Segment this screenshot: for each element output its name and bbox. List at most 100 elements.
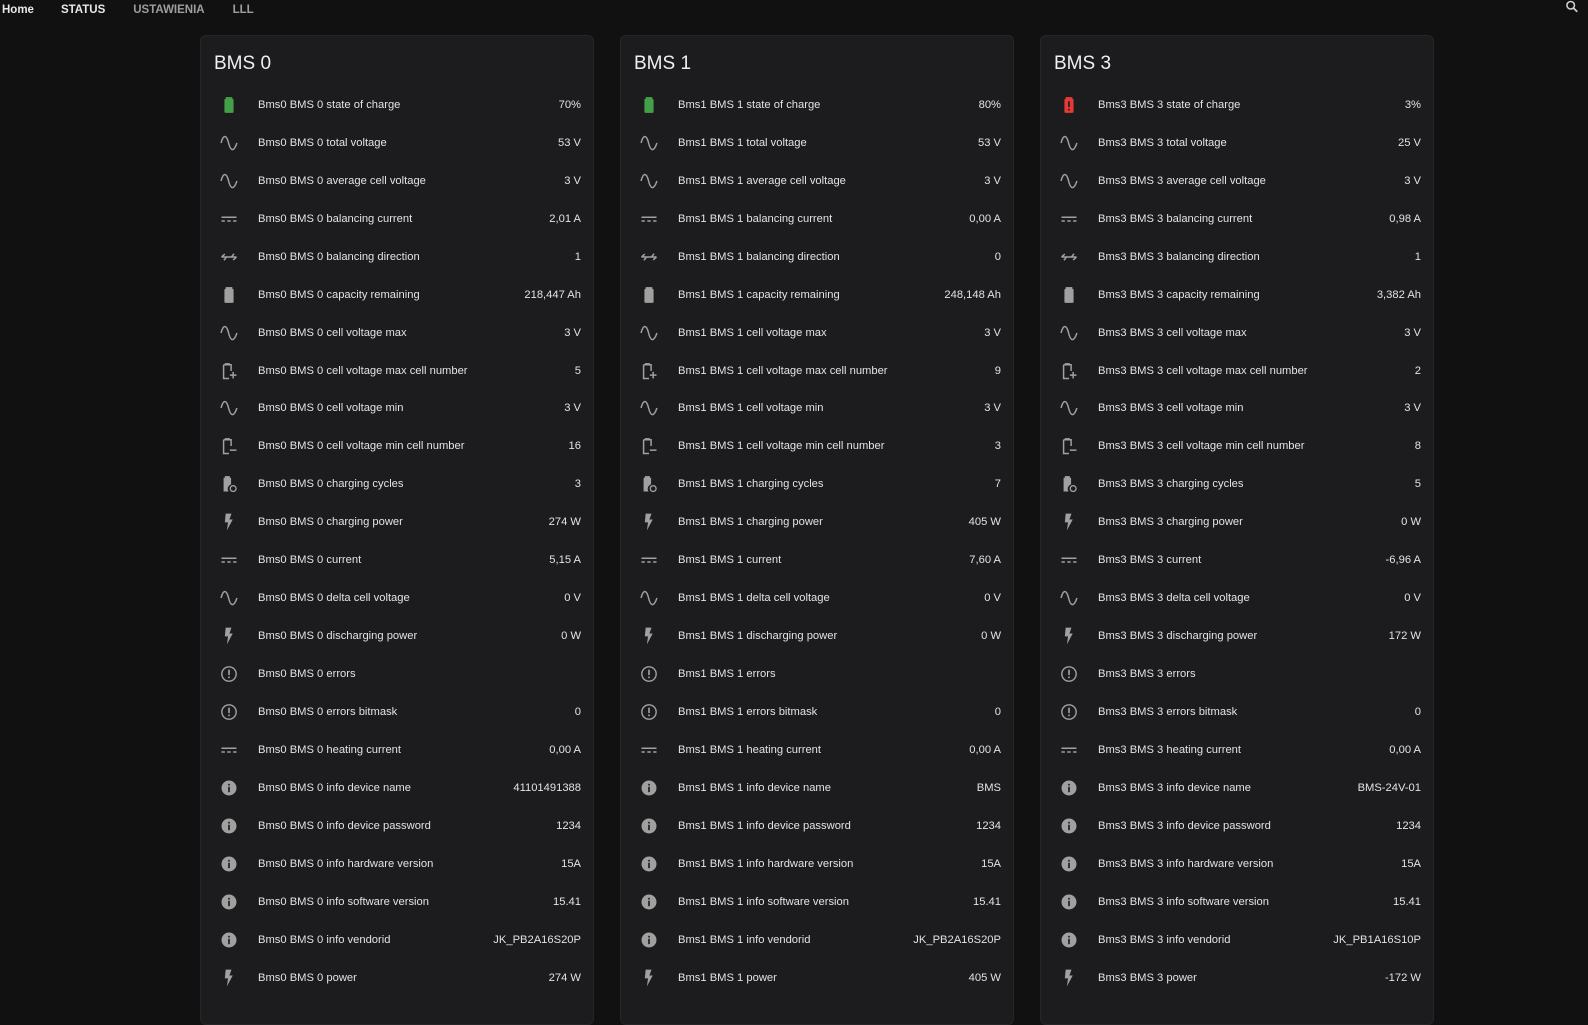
entity-label: Bms0 BMS 0 average cell voltage — [258, 174, 426, 187]
entity-row[interactable]: Bms0 BMS 0 info device name 41101491388 — [201, 769, 593, 807]
entity-row[interactable]: Bms3 BMS 3 errors bitmask 0 — [1041, 693, 1433, 731]
entity-row[interactable]: Bms0 BMS 0 info software version 15.41 — [201, 883, 593, 921]
entity-label: Bms1 BMS 1 average cell voltage — [678, 174, 846, 187]
entity-row[interactable]: Bms3 BMS 3 total voltage 25 V — [1041, 124, 1433, 162]
entity-row[interactable]: Bms3 BMS 3 charging power 0 W — [1041, 503, 1433, 541]
entity-row[interactable]: Bms3 BMS 3 cell voltage min cell number 8 — [1041, 427, 1433, 465]
entity-row[interactable]: Bms3 BMS 3 errors — [1041, 655, 1433, 693]
entity-label: Bms3 BMS 3 errors — [1098, 668, 1196, 681]
entity-row[interactable]: Bms1 BMS 1 cell voltage min 3 V — [621, 390, 1013, 428]
tab-ustawienia[interactable]: USTAWIENIA — [119, 3, 218, 17]
entity-value: 70% — [558, 98, 581, 111]
entity-row[interactable]: Bms3 BMS 3 info hardware version 15A — [1041, 845, 1433, 883]
entity-row[interactable]: Bms3 BMS 3 balancing direction 1 — [1041, 238, 1433, 276]
entity-row[interactable]: Bms3 BMS 3 info vendorid JK_PB1A16S10P — [1041, 921, 1433, 959]
entity-row[interactable]: Bms0 BMS 0 cell voltage max cell number 5 — [201, 352, 593, 390]
entity-row[interactable]: Bms3 BMS 3 info device name BMS-24V-01 — [1041, 769, 1433, 807]
entity-row[interactable]: Bms0 BMS 0 total voltage 53 V — [201, 124, 593, 162]
entity-row[interactable]: Bms0 BMS 0 charging power 274 W — [201, 503, 593, 541]
entity-row[interactable]: Bms0 BMS 0 cell voltage min 3 V — [201, 390, 593, 428]
entity-row[interactable]: Bms1 BMS 1 charging cycles 7 — [621, 465, 1013, 503]
entity-row[interactable]: Bms1 BMS 1 info vendorid JK_PB2A16S20P — [621, 921, 1013, 959]
entity-row[interactable]: Bms3 BMS 3 info software version 15.41 — [1041, 883, 1433, 921]
entity-row[interactable]: Bms1 BMS 1 average cell voltage 3 V — [621, 162, 1013, 200]
tab-home[interactable]: Home — [0, 3, 47, 17]
entity-row[interactable]: Bms3 BMS 3 charging cycles 5 — [1041, 465, 1433, 503]
entity-row[interactable]: Bms0 BMS 0 info device password 1234 — [201, 807, 593, 845]
entity-row[interactable]: Bms0 BMS 0 power 274 W — [201, 959, 593, 997]
sine-wave-icon — [637, 396, 661, 420]
entity-row[interactable]: Bms3 BMS 3 balancing current 0,98 A — [1041, 200, 1433, 238]
entity-value: 2 — [1414, 364, 1421, 377]
entity-row[interactable]: Bms0 BMS 0 heating current 0,00 A — [201, 731, 593, 769]
entity-label: Bms0 BMS 0 cell voltage min — [258, 402, 404, 415]
entity-row[interactable]: Bms0 BMS 0 cell voltage min cell number 1… — [201, 427, 593, 465]
entity-row[interactable]: Bms0 BMS 0 balancing direction 1 — [201, 238, 593, 276]
entity-row[interactable]: Bms3 BMS 3 discharging power 172 W — [1041, 617, 1433, 655]
entity-row[interactable]: Bms1 BMS 1 total voltage 53 V — [621, 124, 1013, 162]
entity-row[interactable]: Bms1 BMS 1 balancing direction 0 — [621, 238, 1013, 276]
entity-row[interactable]: Bms0 BMS 0 current 5,15 A — [201, 541, 593, 579]
entity-row[interactable]: Bms0 BMS 0 info hardware version 15A — [201, 845, 593, 883]
dc-current-icon — [637, 548, 661, 572]
entity-value: 218,447 Ah — [524, 288, 581, 301]
info-icon — [1057, 776, 1081, 800]
entity-row[interactable]: Bms3 BMS 3 current -6,96 A — [1041, 541, 1433, 579]
entity-row[interactable]: Bms1 BMS 1 cell voltage max cell number 9 — [621, 352, 1013, 390]
entity-row[interactable]: Bms1 BMS 1 info hardware version 15A — [621, 845, 1013, 883]
entity-value: 3 V — [984, 326, 1001, 339]
entity-row[interactable]: Bms0 BMS 0 balancing current 2,01 A — [201, 200, 593, 238]
battery-minus-icon — [217, 434, 241, 458]
entity-row[interactable]: Bms1 BMS 1 power 405 W — [621, 959, 1013, 997]
entity-label: Bms0 BMS 0 info software version — [258, 895, 429, 908]
entity-row[interactable]: Bms1 BMS 1 info device name BMS — [621, 769, 1013, 807]
entity-row[interactable]: Bms1 BMS 1 heating current 0,00 A — [621, 731, 1013, 769]
entity-label: Bms1 BMS 1 delta cell voltage — [678, 592, 830, 605]
entity-row[interactable]: Bms3 BMS 3 capacity remaining 3,382 Ah — [1041, 276, 1433, 314]
entity-value: 1 — [574, 250, 581, 263]
entity-label: Bms1 BMS 1 capacity remaining — [678, 288, 840, 301]
entity-row[interactable]: Bms1 BMS 1 cell voltage min cell number 3 — [621, 427, 1013, 465]
entity-row[interactable]: Bms0 BMS 0 state of charge 70% — [201, 86, 593, 124]
entity-row[interactable]: Bms1 BMS 1 errors — [621, 655, 1013, 693]
entity-row[interactable]: Bms3 BMS 3 heating current 0,00 A — [1041, 731, 1433, 769]
entity-row[interactable]: Bms3 BMS 3 info device password 1234 — [1041, 807, 1433, 845]
entity-row[interactable]: Bms1 BMS 1 errors bitmask 0 — [621, 693, 1013, 731]
entity-row[interactable]: Bms3 BMS 3 cell voltage min 3 V — [1041, 390, 1433, 428]
entity-row[interactable]: Bms1 BMS 1 charging power 405 W — [621, 503, 1013, 541]
entity-label: Bms0 BMS 0 current — [258, 554, 362, 567]
entity-row[interactable]: Bms1 BMS 1 discharging power 0 W — [621, 617, 1013, 655]
entity-label: Bms1 BMS 1 current — [678, 554, 782, 567]
tab-lll[interactable]: LLL — [219, 3, 268, 17]
entity-value: 5,15 A — [549, 554, 581, 567]
sine-wave-icon — [217, 321, 241, 345]
entity-row[interactable]: Bms1 BMS 1 current 7,60 A — [621, 541, 1013, 579]
tab-status[interactable]: STATUS — [47, 3, 119, 17]
entity-row[interactable]: Bms0 BMS 0 delta cell voltage 0 V — [201, 579, 593, 617]
entity-value: 3% — [1404, 98, 1421, 111]
entity-row[interactable]: Bms3 BMS 3 average cell voltage 3 V — [1041, 162, 1433, 200]
entity-row[interactable]: Bms1 BMS 1 cell voltage max 3 V — [621, 314, 1013, 352]
entity-row[interactable]: Bms0 BMS 0 discharging power 0 W — [201, 617, 593, 655]
entity-row[interactable]: Bms3 BMS 3 cell voltage max 3 V — [1041, 314, 1433, 352]
direction-arrows-icon — [217, 245, 241, 269]
entity-row[interactable]: Bms3 BMS 3 delta cell voltage 0 V — [1041, 579, 1433, 617]
search-icon[interactable] — [1564, 0, 1580, 14]
entity-row[interactable]: Bms3 BMS 3 cell voltage max cell number 2 — [1041, 352, 1433, 390]
entity-row[interactable]: Bms0 BMS 0 cell voltage max 3 V — [201, 314, 593, 352]
entity-row[interactable]: Bms0 BMS 0 charging cycles 3 — [201, 465, 593, 503]
entity-row[interactable]: Bms0 BMS 0 errors bitmask 0 — [201, 693, 593, 731]
entity-row[interactable]: Bms0 BMS 0 average cell voltage 3 V — [201, 162, 593, 200]
entity-row[interactable]: Bms0 BMS 0 errors — [201, 655, 593, 693]
entity-row[interactable]: Bms1 BMS 1 delta cell voltage 0 V — [621, 579, 1013, 617]
entity-value: 0 V — [984, 592, 1001, 605]
entity-row[interactable]: Bms1 BMS 1 info software version 15.41 — [621, 883, 1013, 921]
entity-row[interactable]: Bms3 BMS 3 power -172 W — [1041, 959, 1433, 997]
entity-row[interactable]: Bms1 BMS 1 info device password 1234 — [621, 807, 1013, 845]
entity-row[interactable]: Bms0 BMS 0 capacity remaining 218,447 Ah — [201, 276, 593, 314]
entity-row[interactable]: Bms0 BMS 0 info vendorid JK_PB2A16S20P — [201, 921, 593, 959]
entity-row[interactable]: Bms1 BMS 1 capacity remaining 248,148 Ah — [621, 276, 1013, 314]
entity-row[interactable]: Bms1 BMS 1 state of charge 80% — [621, 86, 1013, 124]
entity-row[interactable]: Bms3 BMS 3 state of charge 3% — [1041, 86, 1433, 124]
entity-row[interactable]: Bms1 BMS 1 balancing current 0,00 A — [621, 200, 1013, 238]
